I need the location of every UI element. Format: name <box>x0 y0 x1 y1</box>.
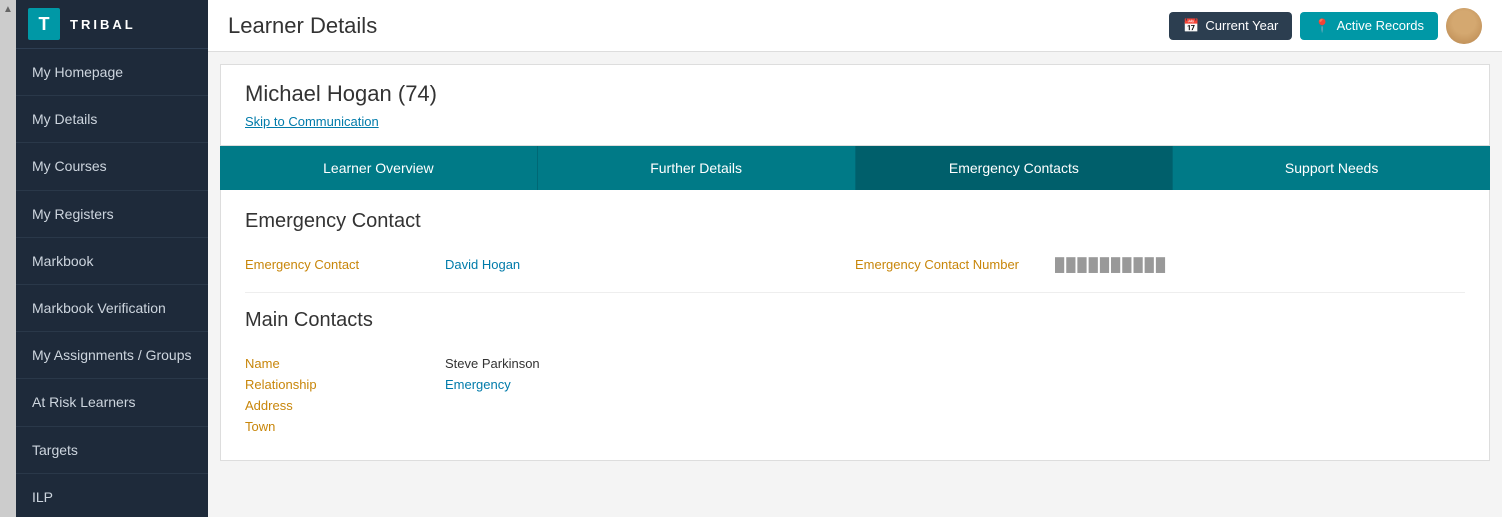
sidebar-item-my-assignments-groups[interactable]: My Assignments / Groups <box>16 332 208 379</box>
logo-icon: T <box>28 8 60 40</box>
current-year-button[interactable]: 📅 Current Year <box>1169 12 1292 40</box>
contact-relationship-value[interactable]: Emergency <box>445 377 511 392</box>
sidebar-item-at-risk-learners[interactable]: At Risk Learners <box>16 379 208 426</box>
emergency-contact-number-label: Emergency Contact Number <box>855 257 1055 272</box>
sidebar-item-my-courses[interactable]: My Courses <box>16 143 208 190</box>
skip-to-communication-link[interactable]: Skip to Communication <box>245 114 379 129</box>
emergency-contact-label: Emergency Contact <box>245 257 445 272</box>
emergency-contact-value[interactable]: David Hogan <box>445 257 520 272</box>
sidebar: T TRIBAL My Homepage My Details My Cours… <box>16 0 208 517</box>
contact-relationship-row: Relationship Emergency <box>245 377 1465 392</box>
page-title: Learner Details <box>228 13 377 39</box>
sidebar-item-my-registers[interactable]: My Registers <box>16 191 208 238</box>
sidebar-item-ilp[interactable]: ILP <box>16 474 208 517</box>
pin-icon: 📍 <box>1314 18 1330 34</box>
learner-name: Michael Hogan (74) <box>245 81 1465 107</box>
sidebar-scroll[interactable]: ▲ <box>0 0 16 517</box>
contact-name-row: Name Steve Parkinson <box>245 356 1465 371</box>
sidebar-item-targets[interactable]: Targets <box>16 427 208 474</box>
contact-relationship-label: Relationship <box>245 377 445 392</box>
emergency-contact-section-title: Emergency Contact <box>245 210 1465 241</box>
sidebar-item-markbook[interactable]: Markbook <box>16 238 208 285</box>
user-avatar[interactable] <box>1446 8 1482 44</box>
contact-name-value: Steve Parkinson <box>445 356 540 371</box>
contact-town-row: Town <box>245 419 1465 434</box>
contact-name-label: Name <box>245 356 445 371</box>
tab-navigation: Learner Overview Further Details Emergen… <box>220 146 1490 190</box>
tab-support-needs[interactable]: Support Needs <box>1173 146 1490 190</box>
sidebar-logo: T TRIBAL <box>16 0 208 49</box>
sidebar-item-markbook-verification[interactable]: Markbook Verification <box>16 285 208 332</box>
content-area: Michael Hogan (74) Skip to Communication… <box>208 52 1502 517</box>
contact-town-label: Town <box>245 419 445 434</box>
tab-learner-overview[interactable]: Learner Overview <box>220 146 538 190</box>
main-area: Learner Details 📅 Current Year 📍 Active … <box>208 0 1502 517</box>
logo-name: TRIBAL <box>70 17 136 32</box>
header-actions: 📅 Current Year 📍 Active Records <box>1169 8 1482 44</box>
emergency-contact-row: Emergency Contact David Hogan Emergency … <box>245 257 1465 272</box>
active-records-label: Active Records <box>1337 18 1424 33</box>
active-records-button[interactable]: 📍 Active Records <box>1300 12 1438 40</box>
current-year-label: Current Year <box>1205 18 1278 33</box>
page-header: Learner Details 📅 Current Year 📍 Active … <box>208 0 1502 52</box>
emergency-contact-number-value: ██████████ <box>1055 257 1167 272</box>
calendar-icon: 📅 <box>1183 18 1199 34</box>
sidebar-item-my-homepage[interactable]: My Homepage <box>16 49 208 96</box>
main-contacts-section: Main Contacts Name Steve Parkinson Relat… <box>245 309 1465 434</box>
tab-further-details[interactable]: Further Details <box>538 146 856 190</box>
emergency-contact-col-1: Emergency Contact David Hogan <box>245 257 855 272</box>
main-contacts-section-title: Main Contacts <box>245 309 1465 340</box>
detail-content-panel: Emergency Contact Emergency Contact Davi… <box>220 190 1490 461</box>
avatar-image <box>1446 8 1482 44</box>
section-divider <box>245 292 1465 293</box>
sidebar-item-my-details[interactable]: My Details <box>16 96 208 143</box>
learner-header-card: Michael Hogan (74) Skip to Communication <box>220 64 1490 146</box>
sidebar-navigation: My Homepage My Details My Courses My Reg… <box>16 49 208 517</box>
tab-emergency-contacts[interactable]: Emergency Contacts <box>856 146 1174 190</box>
contact-address-label: Address <box>245 398 445 413</box>
emergency-contact-number-col: Emergency Contact Number ██████████ <box>855 257 1465 272</box>
contact-address-row: Address <box>245 398 1465 413</box>
emergency-contact-section: Emergency Contact Emergency Contact Davi… <box>245 210 1465 272</box>
